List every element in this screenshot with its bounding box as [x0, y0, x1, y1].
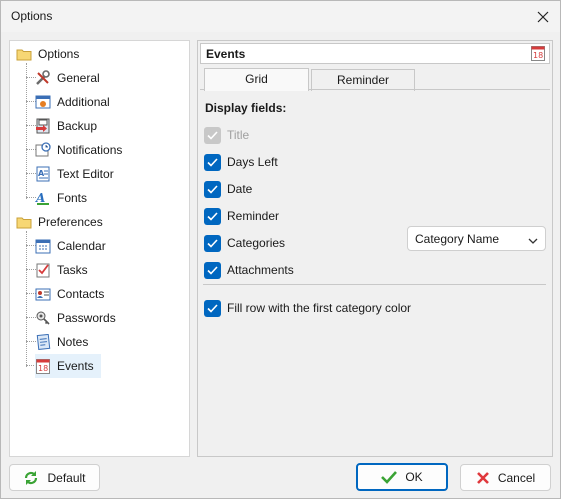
- svg-text:A: A: [38, 169, 45, 178]
- key-icon: [35, 310, 51, 326]
- window-title: Options: [11, 9, 53, 23]
- close-icon: [537, 11, 549, 22]
- tree-item-label: Passwords: [57, 311, 116, 325]
- tree-item-calendar[interactable]: Calendar: [35, 235, 106, 257]
- tree-item-label: Tasks: [57, 263, 88, 277]
- panel-title: Events: [206, 47, 246, 61]
- contact-card-icon: [35, 286, 51, 302]
- checkbox-checked-icon: [204, 234, 221, 252]
- tree-item-fonts[interactable]: A Fonts: [35, 187, 87, 209]
- tab-grid[interactable]: Grid: [204, 68, 309, 91]
- folder-icon: [16, 46, 32, 62]
- svg-text:18: 18: [533, 51, 543, 60]
- tree-item-label: Fonts: [57, 191, 88, 205]
- tree-item-contacts[interactable]: Contacts: [35, 283, 104, 305]
- tree-item-tasks[interactable]: Tasks: [35, 259, 88, 281]
- button-label: OK: [405, 470, 423, 484]
- fill-row-category-color-checkbox[interactable]: Fill row with the first category color: [204, 299, 411, 317]
- ok-button[interactable]: OK: [356, 463, 448, 491]
- field-label: Date: [227, 182, 253, 196]
- field-label: Categories: [227, 236, 286, 250]
- tree-item-label: Backup: [57, 119, 98, 133]
- field-categories-checkbox[interactable]: Categories: [204, 234, 285, 252]
- tools-icon: [35, 70, 51, 86]
- tree-item-additional[interactable]: Additional: [35, 91, 110, 113]
- panel-header: Events 18: [200, 43, 550, 64]
- svg-text:18: 18: [38, 364, 48, 373]
- separator: [203, 284, 546, 285]
- checkbox-checked-icon: [204, 126, 221, 144]
- folder-icon: [16, 214, 32, 230]
- settings-window-icon: [35, 94, 51, 110]
- checkbox-checked-icon: [204, 299, 221, 317]
- button-label: Default: [47, 470, 86, 485]
- field-days-left-checkbox[interactable]: Days Left: [204, 153, 278, 171]
- category-display-dropdown[interactable]: Category Name: [407, 226, 546, 251]
- default-button[interactable]: Default: [9, 464, 100, 491]
- tree-item-label: General: [57, 71, 100, 85]
- tree-item-events[interactable]: 18 Events: [35, 354, 101, 378]
- font-icon: A: [35, 190, 51, 206]
- notes-icon: [35, 333, 51, 351]
- field-label: Attachments: [227, 263, 294, 277]
- tree-item-label: Events: [57, 359, 94, 373]
- tree-item-label: Calendar: [57, 239, 106, 253]
- backup-icon: [35, 118, 51, 134]
- tasks-icon: [35, 262, 51, 278]
- checkbox-checked-icon: [204, 207, 221, 225]
- button-label: Cancel: [497, 470, 536, 485]
- options-tree: Options General Additional Backup Notifi…: [9, 40, 190, 457]
- field-label: Title: [227, 128, 250, 142]
- tree-item-text-editor[interactable]: A Text Editor: [35, 163, 114, 185]
- tab-reminder[interactable]: Reminder: [311, 69, 415, 91]
- tree-group-label: Preferences: [38, 215, 103, 229]
- svg-text:A: A: [35, 191, 45, 205]
- field-reminder-checkbox[interactable]: Reminder: [204, 207, 279, 225]
- tree-group-label: Options: [38, 47, 80, 61]
- tree-item-passwords[interactable]: Passwords: [35, 307, 116, 329]
- refresh-icon: [23, 470, 39, 486]
- title-bar: Options: [1, 1, 560, 32]
- checkbox-label: Fill row with the first category color: [227, 301, 412, 315]
- checkbox-checked-icon: [204, 261, 221, 279]
- event-calendar-icon: 18: [35, 358, 51, 374]
- close-button[interactable]: [526, 1, 560, 32]
- dropdown-value: Category Name: [415, 232, 500, 246]
- notification-clock-icon: [35, 142, 51, 158]
- field-date-checkbox[interactable]: Date: [204, 180, 252, 198]
- cancel-button[interactable]: Cancel: [460, 464, 551, 491]
- tree-item-label: Contacts: [57, 287, 105, 301]
- tree-item-label: Notes: [57, 335, 89, 349]
- event-calendar-icon: 18: [531, 46, 545, 61]
- tree-item-backup[interactable]: Backup: [35, 115, 97, 137]
- close-icon: [476, 471, 490, 485]
- tree-group-preferences[interactable]: Preferences: [16, 211, 103, 233]
- tree-item-label: Notifications: [57, 143, 123, 157]
- checkbox-checked-icon: [204, 180, 221, 198]
- checkbox-checked-icon: [204, 153, 221, 171]
- tree-item-notes[interactable]: Notes: [35, 331, 88, 353]
- tree-item-label: Text Editor: [57, 167, 114, 181]
- tree-item-general[interactable]: General: [35, 67, 100, 89]
- display-fields-label: Display fields:: [205, 101, 287, 115]
- field-title-checkbox[interactable]: Title: [204, 126, 249, 144]
- tree-item-label: Additional: [57, 95, 110, 109]
- field-label: Days Left: [227, 155, 278, 169]
- tree-group-options[interactable]: Options: [16, 43, 79, 65]
- text-document-icon: A: [35, 166, 51, 182]
- calendar-icon: [35, 238, 51, 254]
- field-attachments-checkbox[interactable]: Attachments: [204, 261, 294, 279]
- field-label: Reminder: [227, 209, 280, 223]
- chevron-down-icon: [528, 234, 538, 248]
- tree-item-notifications[interactable]: Notifications: [35, 139, 122, 161]
- check-icon: [381, 470, 398, 484]
